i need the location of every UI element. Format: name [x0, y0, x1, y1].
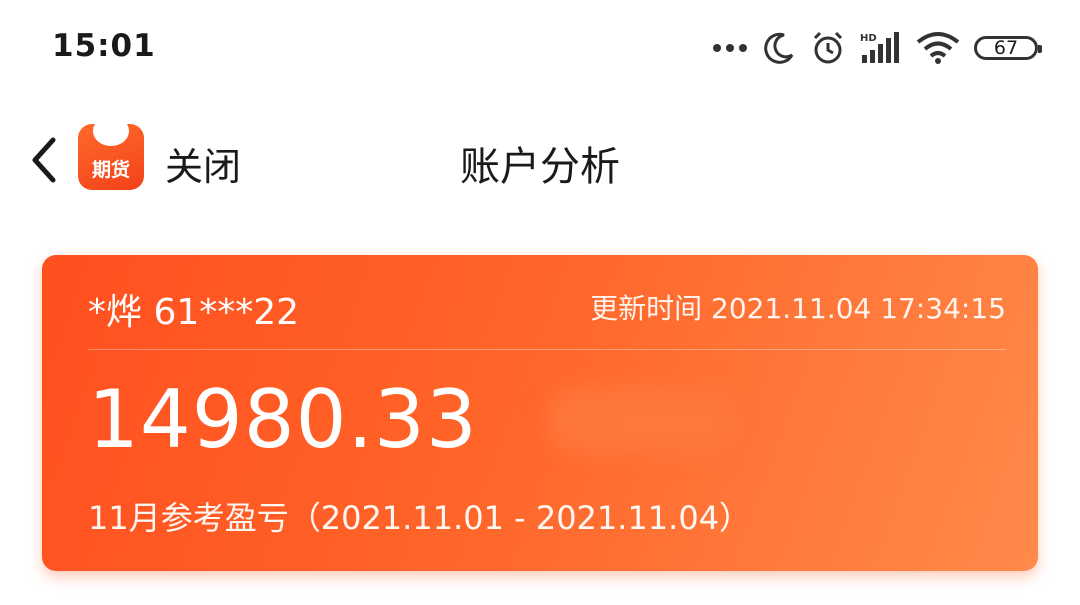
moon-icon [762, 31, 796, 65]
pnl-value: 14980.33 [88, 373, 478, 466]
battery-icon: 67 [974, 36, 1042, 60]
status-time: 15:01 [52, 28, 156, 64]
more-dots-icon [712, 43, 748, 53]
signal-icon: HD [860, 31, 902, 65]
wifi-icon [916, 31, 960, 65]
page-title: 账户分析 [460, 144, 620, 190]
update-time: 更新时间 2021.11.04 17:34:15 [590, 292, 1006, 325]
card-divider [88, 349, 1006, 350]
signal-hd-label: HD [860, 33, 877, 44]
status-icons: HD 67 [712, 28, 1042, 68]
status-bar: 15:01 HD 67 [0, 0, 1080, 96]
account-card: *烨 61***22 更新时间 2021.11.04 17:34:15 1498… [42, 255, 1038, 571]
nav-bar: 期货 关闭 账户分析 [0, 100, 1080, 220]
alarm-icon [810, 30, 846, 66]
period-text: 11月参考盈亏（2021.11.01 - 2021.11.04） [88, 499, 752, 537]
account-name: *烨 61***22 [88, 292, 300, 333]
redacted-blur [547, 387, 737, 455]
